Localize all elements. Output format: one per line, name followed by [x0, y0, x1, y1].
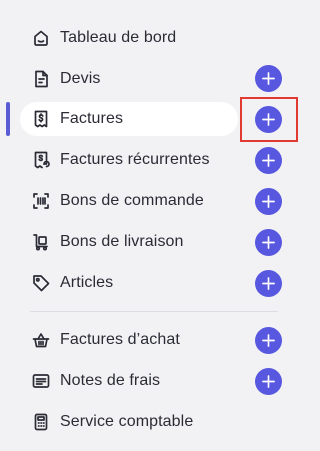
plus-icon [262, 113, 275, 126]
sidebar-item-label: Notes de frais [60, 372, 161, 389]
add-facture-recurrente-button[interactable] [255, 147, 282, 174]
sidebar-item-label: Bons de livraison [60, 233, 184, 250]
calculator-icon [30, 411, 52, 433]
plus-icon [262, 236, 275, 249]
invoice-icon [30, 108, 52, 130]
sidebar-item-label: Bons de commande [60, 192, 204, 209]
delivery-cart-icon [30, 231, 52, 253]
add-bon-de-livraison-button[interactable] [255, 229, 282, 256]
add-article-button[interactable] [255, 270, 282, 297]
barcode-icon [30, 190, 52, 212]
dashboard-icon [30, 27, 52, 49]
plus-icon [262, 334, 275, 347]
receipt-lines-icon [30, 370, 52, 392]
plus-icon [262, 375, 275, 388]
plus-icon [262, 72, 275, 85]
active-indicator [6, 102, 10, 136]
plus-icon [262, 277, 275, 290]
sidebar-item-factures-recurrentes[interactable]: Factures récurrentes [20, 143, 288, 177]
basket-icon [30, 329, 52, 351]
sidebar-item-label: Tableau de bord [60, 29, 177, 46]
sidebar-item-label: Factures d’achat [60, 331, 180, 348]
tag-icon [30, 272, 52, 294]
add-note-de-frais-button[interactable] [255, 368, 282, 395]
sidebar-item-bons-de-commande[interactable]: Bons de commande [20, 184, 288, 218]
document-icon [30, 68, 52, 90]
divider [30, 311, 278, 312]
sidebar-item-factures[interactable]: Factures [20, 102, 238, 136]
sidebar-item-label: Service comptable [60, 413, 194, 430]
add-facture-button[interactable] [255, 106, 282, 133]
sidebar-item-notes-de-frais[interactable]: Notes de frais [20, 364, 288, 398]
sidebar-item-label: Articles [60, 274, 114, 291]
sidebar-item-devis[interactable]: Devis [20, 62, 288, 96]
sidebar-item-label: Factures récurrentes [60, 151, 210, 168]
sidebar-nav: Tableau de bord Devis Factures Factures … [0, 0, 308, 451]
plus-icon [262, 195, 275, 208]
sidebar-item-label: Factures [60, 110, 124, 127]
sidebar-item-service-comptable[interactable]: Service comptable [20, 405, 288, 439]
add-devis-button[interactable] [255, 65, 282, 92]
add-bon-de-commande-button[interactable] [255, 188, 282, 215]
sidebar-item-label: Devis [60, 70, 101, 87]
recurring-invoice-icon [30, 149, 52, 171]
add-facture-achat-button[interactable] [255, 327, 282, 354]
sidebar-item-tableau-de-bord[interactable]: Tableau de bord [20, 21, 288, 55]
sidebar-item-factures-achat[interactable]: Factures d’achat [20, 323, 288, 357]
sidebar-item-articles[interactable]: Articles [20, 266, 288, 300]
sidebar-item-bons-de-livraison[interactable]: Bons de livraison [20, 225, 288, 259]
plus-icon [262, 154, 275, 167]
